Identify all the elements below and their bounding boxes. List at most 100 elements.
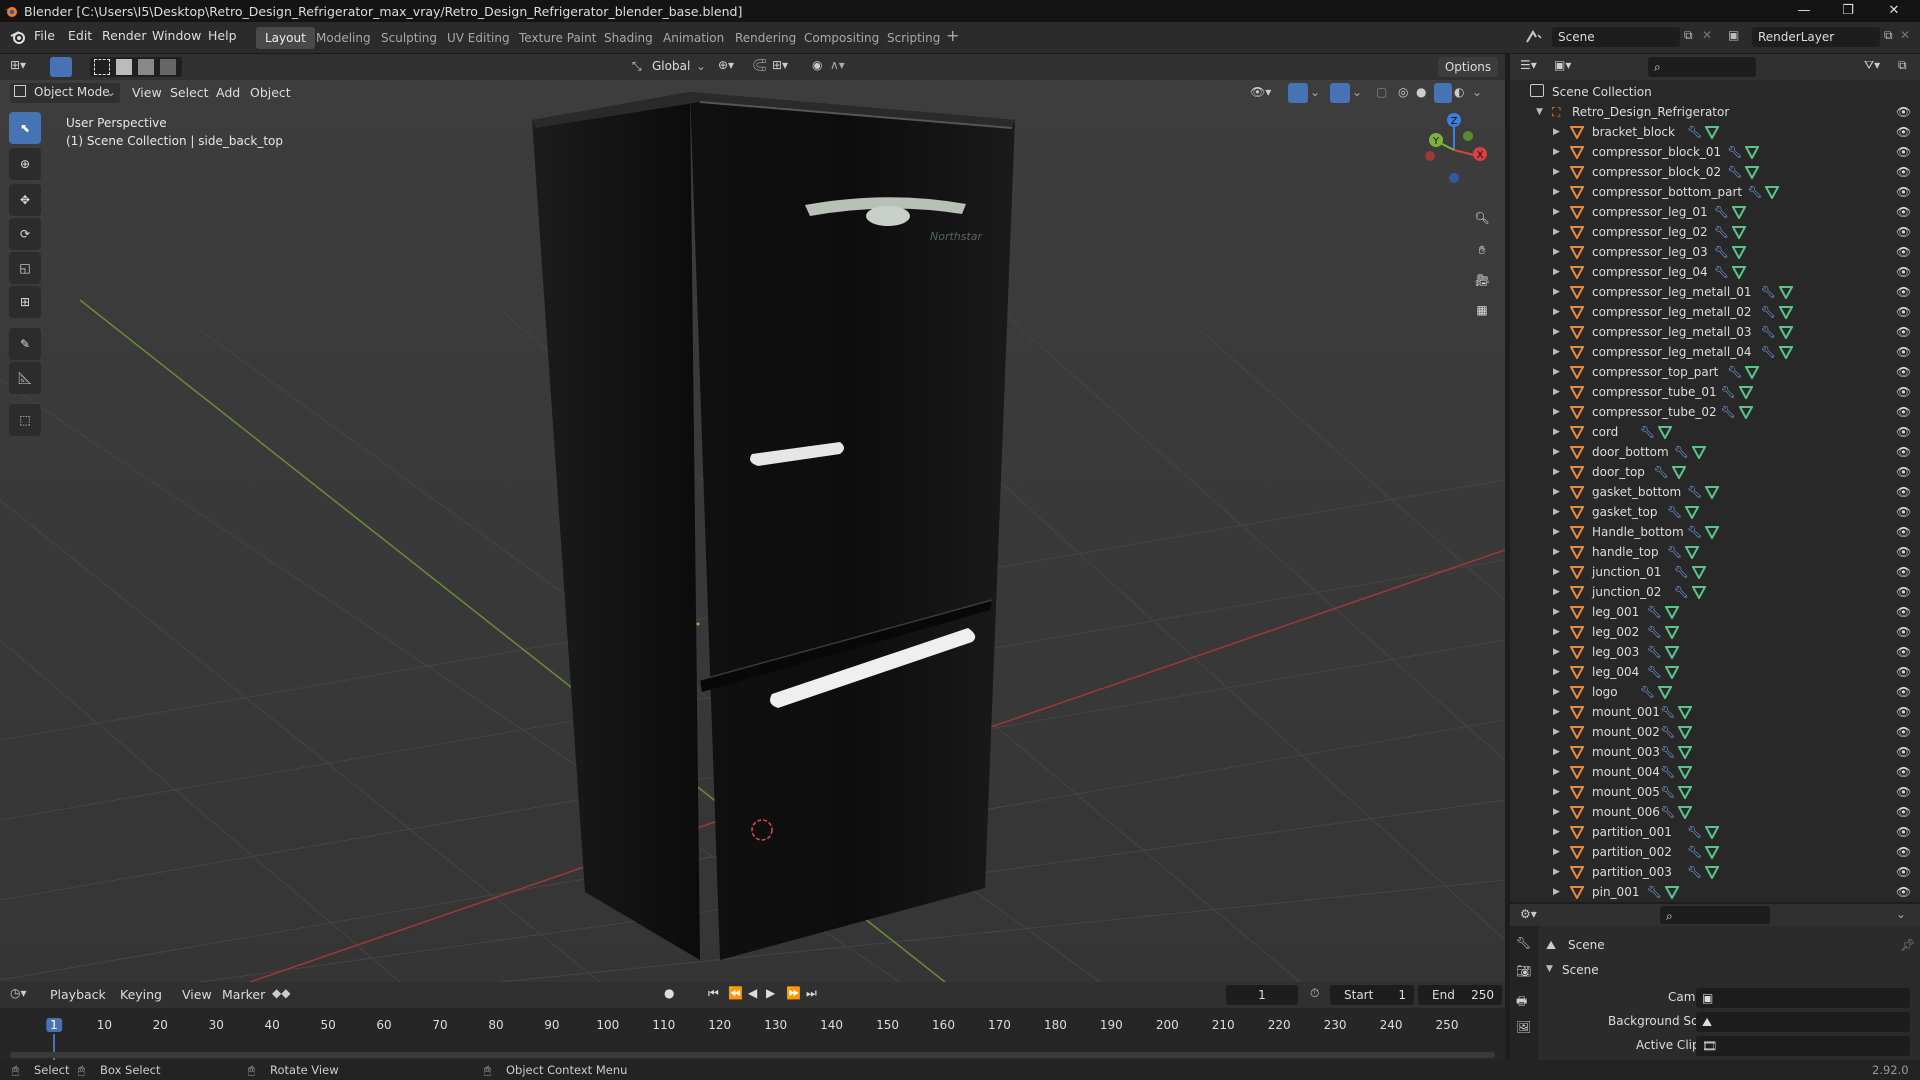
outliner-item[interactable]: ▶ compressor_leg_metall_01 🔧︎ 👁︎	[1510, 282, 1920, 302]
viewport-menu-object[interactable]: Object	[244, 83, 297, 103]
outliner-item[interactable]: ▶ cord 🔧︎ 👁︎	[1510, 422, 1920, 442]
modifier-wrench-icon[interactable]: 🔧︎	[1647, 882, 1662, 902]
eye-icon[interactable]: 👁︎	[1896, 822, 1911, 842]
outliner-panel[interactable]: Scene Collection ▼ ⛶ Retro_Design_Refrig…	[1510, 80, 1920, 902]
expand-triangle-icon[interactable]: ▶	[1553, 182, 1560, 202]
outliner-item[interactable]: ▶ partition_003 🔧︎ 👁︎	[1510, 862, 1920, 882]
rendered-shading-icon[interactable]: ◐	[1454, 85, 1464, 99]
navigation-gizmo[interactable]: Z Y X	[1414, 110, 1494, 190]
outliner-item[interactable]: ▶ compressor_leg_metall_04 🔧︎ 👁︎	[1510, 342, 1920, 362]
eye-icon[interactable]: 👁︎	[1896, 462, 1911, 482]
renderlayer-icon[interactable]: ▣	[1728, 28, 1739, 42]
eye-icon[interactable]: 👁︎	[1896, 722, 1911, 742]
eye-icon[interactable]: 👁︎	[1896, 342, 1911, 362]
maximize-button[interactable]: ❐	[1826, 0, 1870, 22]
refrigerator-model[interactable]	[0, 80, 1505, 982]
modifier-wrench-icon[interactable]: 🔧︎	[1647, 642, 1662, 662]
expand-triangle-icon[interactable]: ▶	[1553, 342, 1560, 362]
menu-render[interactable]: Render	[102, 28, 147, 43]
camera-field[interactable]: ▣	[1696, 988, 1910, 1008]
blender-menu-icon[interactable]	[10, 29, 26, 45]
modifier-wrench-icon[interactable]: 🔧︎	[1761, 322, 1776, 342]
falloff-icon[interactable]: ∧▾	[830, 58, 845, 72]
modifier-wrench-icon[interactable]: 🔧︎	[1647, 602, 1662, 622]
properties-search-input[interactable]: ⌕	[1660, 906, 1770, 924]
menu-help[interactable]: Help	[208, 28, 237, 43]
modifier-wrench-icon[interactable]: 🔧︎	[1660, 802, 1675, 822]
outliner-item[interactable]: ▶ bracket_block 🔧︎ 👁︎	[1510, 122, 1920, 142]
eye-icon[interactable]: 👁︎	[1896, 282, 1911, 302]
add-workspace-icon[interactable]: +	[946, 26, 959, 45]
expand-triangle-icon[interactable]: ▶	[1553, 762, 1560, 782]
eye-icon[interactable]: 👁︎	[1896, 142, 1911, 162]
eye-icon[interactable]: 👁︎	[1896, 622, 1911, 642]
snap-icon[interactable]: 🧲︎	[752, 58, 767, 72]
overlay-toggle-icon[interactable]	[1330, 83, 1350, 103]
background-scene-field[interactable]: ⛰︎	[1696, 1012, 1910, 1032]
mesh-data-icon[interactable]	[1664, 645, 1679, 659]
tool-add-cube[interactable]: ⬚	[9, 404, 41, 436]
mesh-data-icon[interactable]	[1731, 205, 1746, 219]
eye-icon[interactable]: 👁︎	[1896, 202, 1911, 222]
mesh-data-icon[interactable]	[1664, 665, 1679, 679]
modifier-wrench-icon[interactable]: 🔧︎	[1640, 422, 1655, 442]
record-icon[interactable]: ●	[664, 986, 674, 1000]
pan-view-icon[interactable]: ✋︎	[1468, 236, 1496, 264]
expand-triangle-icon[interactable]: ▶	[1553, 142, 1560, 162]
ortho-toggle-icon[interactable]: ▦	[1468, 296, 1496, 324]
modifier-wrench-icon[interactable]: 🔧︎	[1714, 202, 1729, 222]
eye-icon[interactable]: 👁︎	[1896, 442, 1911, 462]
expand-triangle-icon[interactable]: ▶	[1553, 162, 1560, 182]
outliner-item[interactable]: ▶ logo 🔧︎ 👁︎	[1510, 682, 1920, 702]
outliner-item[interactable]: ▶ leg_003 🔧︎ 👁︎	[1510, 642, 1920, 662]
tab-layout[interactable]: Layout	[256, 27, 315, 49]
keyframe-icon[interactable]: ◆◆	[272, 986, 290, 1000]
tool-cursor[interactable]: ⊕	[9, 148, 41, 180]
chevron-down-icon[interactable]: ⌄	[1472, 85, 1482, 99]
extend-selection-icon[interactable]	[116, 59, 132, 75]
3d-viewport[interactable]: Northstar Object Mode ⌄ View Select Add …	[0, 80, 1505, 982]
editor-type-icon[interactable]: ⊞▾	[10, 58, 26, 72]
eye-icon[interactable]: 👁︎	[1896, 162, 1911, 182]
outliner-item[interactable]: ▶ compressor_bottom_part 🔧︎ 👁︎	[1510, 182, 1920, 202]
expand-triangle-icon[interactable]: ▼	[1546, 964, 1553, 974]
outliner-search-input[interactable]: ⌕	[1648, 57, 1756, 77]
eye-icon[interactable]: 👁︎	[1896, 302, 1911, 322]
modifier-wrench-icon[interactable]: 🔧︎	[1727, 362, 1742, 382]
mesh-data-icon[interactable]	[1664, 885, 1679, 899]
outliner-item[interactable]: ▶ leg_001 🔧︎ 👁︎	[1510, 602, 1920, 622]
outliner-item[interactable]: ▶ compressor_tube_01 🔧︎ 👁︎	[1510, 382, 1920, 402]
modifier-wrench-icon[interactable]: 🔧︎	[1727, 162, 1742, 182]
mesh-data-icon[interactable]	[1738, 405, 1753, 419]
eye-icon[interactable]: 👁︎	[1896, 222, 1911, 242]
mesh-data-icon[interactable]	[1678, 805, 1693, 819]
modifier-wrench-icon[interactable]: 🔧︎	[1660, 762, 1675, 782]
eye-icon[interactable]: 👁︎	[1896, 582, 1911, 602]
mesh-data-icon[interactable]	[1705, 825, 1720, 839]
mesh-data-icon[interactable]	[1678, 705, 1693, 719]
eye-icon[interactable]: 👁︎	[1896, 642, 1911, 662]
chevron-down-icon[interactable]: ⌄	[1310, 85, 1320, 99]
outliner-item[interactable]: ▶ junction_01 🔧︎ 👁︎	[1510, 562, 1920, 582]
expand-triangle-icon[interactable]: ▶	[1553, 542, 1560, 562]
render-tab-icon[interactable]: 📷︎	[1516, 964, 1531, 978]
properties-editor[interactable]: ⚙▾ ⌕ ⌄ 🔧︎ 📷︎ 🖶︎ 🖼︎ ⛰︎ Scene 📌︎ ▼ Scene C…	[1510, 904, 1920, 1060]
solid-shading-icon[interactable]: ●	[1416, 85, 1426, 99]
outliner-item[interactable]: ▶ compressor_top_part 🔧︎ 👁︎	[1510, 362, 1920, 382]
modifier-wrench-icon[interactable]: 🔧︎	[1667, 502, 1682, 522]
tab-scripting[interactable]: Scripting	[878, 27, 949, 49]
expand-triangle-icon[interactable]: ▶	[1553, 522, 1560, 542]
eye-icon[interactable]: 👁︎	[1896, 702, 1911, 722]
outliner-item[interactable]: ▶ compressor_leg_01 🔧︎ 👁︎	[1510, 202, 1920, 222]
mesh-data-icon[interactable]	[1691, 565, 1706, 579]
mesh-data-icon[interactable]	[1685, 505, 1699, 519]
outliner-item[interactable]: ▶ compressor_leg_metall_02 🔧︎ 👁︎	[1510, 302, 1920, 322]
visibility-icon[interactable]: 👁︎▾	[1250, 85, 1271, 99]
outliner-item[interactable]: ▶ mount_004 🔧︎ 👁︎	[1510, 762, 1920, 782]
expand-triangle-icon[interactable]: ▶	[1553, 362, 1560, 382]
outliner-item[interactable]: ▶ partition_002 🔧︎ 👁︎	[1510, 842, 1920, 862]
expand-triangle-icon[interactable]: ▶	[1553, 882, 1560, 902]
expand-triangle-icon[interactable]: ▶	[1553, 402, 1560, 422]
tool-annotate[interactable]: ✎	[9, 328, 41, 360]
expand-triangle-icon[interactable]: ▶	[1553, 282, 1560, 302]
